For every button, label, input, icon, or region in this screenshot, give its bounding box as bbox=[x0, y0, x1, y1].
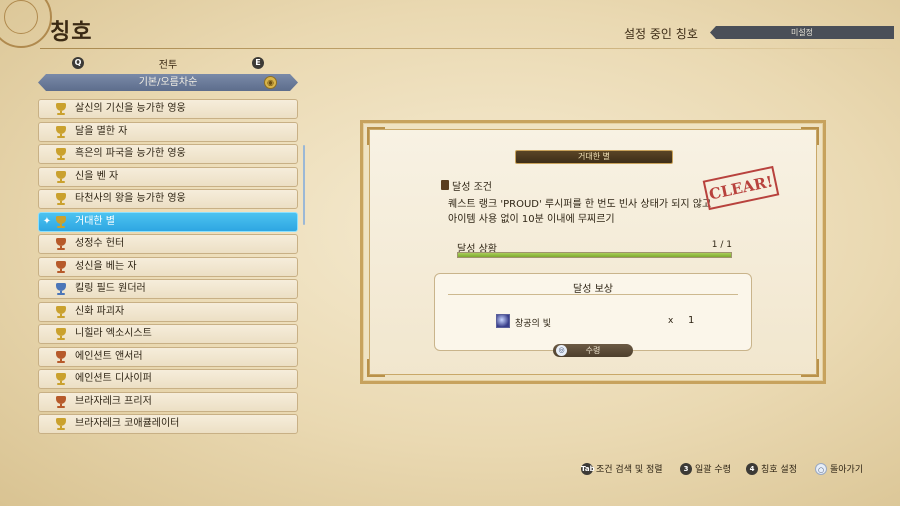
set-title-label: 설정 중인 칭호 bbox=[624, 27, 698, 41]
reward-title: 달성 보상 bbox=[573, 284, 613, 295]
key-3-icon: 3 bbox=[680, 462, 692, 475]
panel-corner-tr bbox=[801, 127, 819, 145]
panel-corner-bl bbox=[367, 359, 385, 377]
title-list-item[interactable]: 성신을 베는 자 bbox=[38, 256, 298, 277]
scrollbar[interactable] bbox=[303, 145, 305, 225]
title-list-item[interactable]: 에인션트 앤서러 bbox=[38, 346, 298, 367]
gold-trophy-icon bbox=[55, 170, 67, 183]
silver-trophy-icon bbox=[55, 283, 67, 295]
detail-title: 거대한 별 bbox=[515, 150, 673, 164]
title-list-item[interactable]: 타천사의 왕을 능가한 영웅 bbox=[38, 189, 298, 209]
title-list-item[interactable]: ✦ 거대한 별 bbox=[38, 211, 298, 232]
panel-corner-br bbox=[801, 359, 819, 377]
title-list: 살신의 기신을 능가한 영웅달을 멸한 자흑은의 파국을 능가한 영웅신을 벤 … bbox=[38, 99, 298, 437]
title-list-item[interactable]: 흑은의 파국을 능가한 영웅 bbox=[38, 144, 298, 164]
progress-count: 1 / 1 bbox=[711, 240, 732, 250]
title-list-item[interactable]: 브라자레크 코애큘레이터 bbox=[38, 414, 298, 434]
bronze-trophy-icon bbox=[55, 260, 67, 273]
title-list-item-label: 브라자레크 코애큘레이터 bbox=[75, 418, 180, 429]
header-divider bbox=[40, 48, 900, 49]
title-list-item-label: 에인션트 디사이퍼 bbox=[75, 373, 152, 384]
condition-label: 달성 조건 bbox=[452, 182, 492, 193]
sort-bar[interactable]: 기본/오름차순 bbox=[38, 74, 298, 91]
gold-trophy-icon bbox=[55, 103, 67, 115]
gold-trophy-icon bbox=[55, 148, 67, 160]
footer-search-label: 조건 검색 및 정렬 bbox=[596, 465, 663, 475]
bronze-trophy-icon bbox=[55, 350, 67, 363]
footer-back[interactable]: ○ 돌아가기 bbox=[815, 462, 863, 475]
gold-trophy-icon bbox=[55, 125, 67, 138]
reward-divider bbox=[448, 294, 738, 295]
title-list-item-label: 신을 벤 자 bbox=[75, 170, 119, 182]
title-list-item-label: 살신의 기신을 능가한 영웅 bbox=[75, 103, 186, 114]
next-category-key[interactable]: E bbox=[252, 57, 264, 69]
gold-trophy-icon bbox=[55, 193, 67, 205]
title-list-item-label: 킬링 필드 원더러 bbox=[75, 283, 146, 294]
set-title-value: 미설정 bbox=[710, 26, 894, 39]
tab-key-icon: Tab bbox=[581, 462, 595, 475]
title-list-item-label: 신화 파괴자 bbox=[75, 305, 125, 317]
title-list-item[interactable]: 성정수 헌터 bbox=[38, 234, 298, 254]
title-list-item-label: 달을 멸한 자 bbox=[75, 125, 128, 137]
footer-back-label: 돌아가기 bbox=[830, 465, 864, 475]
bronze-trophy-icon bbox=[55, 395, 67, 408]
gold-trophy-icon bbox=[55, 305, 67, 318]
title-list-item-label: 브라자레크 프리저 bbox=[75, 395, 152, 407]
title-list-item[interactable]: 니힐라 엑소시스트 bbox=[38, 324, 298, 344]
key-4-icon: 4 bbox=[746, 462, 758, 475]
title-list-item[interactable]: 킬링 필드 원더러 bbox=[38, 279, 298, 299]
document-icon bbox=[441, 180, 449, 190]
footer-search[interactable]: Tab 조건 검색 및 정렬 bbox=[581, 462, 663, 475]
selected-marker-icon: ✦ bbox=[42, 215, 52, 227]
category-label: 전투 bbox=[158, 60, 178, 71]
title-list-item[interactable]: 브라자레크 프리저 bbox=[38, 391, 298, 412]
title-list-item[interactable]: 신을 벤 자 bbox=[38, 166, 298, 187]
title-list-item-label: 성신을 베는 자 bbox=[75, 260, 137, 272]
sort-icon[interactable]: ◉ bbox=[264, 76, 277, 89]
panel-corner-tl bbox=[367, 127, 385, 145]
gold-trophy-icon bbox=[55, 328, 67, 340]
title-list-item-label: 흑은의 파국을 능가한 영웅 bbox=[75, 148, 186, 159]
title-list-item-label: 니힐라 엑소시스트 bbox=[75, 328, 152, 339]
gold-trophy-icon bbox=[55, 373, 67, 385]
footer-set-title[interactable]: 4 칭호 설정 bbox=[746, 462, 797, 475]
title-list-item-label: 에인션트 앤서러 bbox=[75, 350, 143, 362]
reward-name: 창공의 빛 bbox=[515, 319, 551, 329]
prev-category-key[interactable]: Q bbox=[72, 57, 84, 69]
footer-claim-all[interactable]: 3 일괄 수령 bbox=[680, 462, 731, 475]
header: 칭호 설정 중인 칭호 미설정 bbox=[0, 0, 900, 62]
title-list-item[interactable]: 살신의 기신을 능가한 영웅 bbox=[38, 99, 298, 119]
title-list-item[interactable]: 달을 멸한 자 bbox=[38, 121, 298, 142]
footer-claim-all-label: 일괄 수령 bbox=[695, 465, 731, 475]
bronze-trophy-icon bbox=[55, 238, 67, 250]
title-list-item-label: 타천사의 왕을 능가한 영웅 bbox=[75, 193, 186, 204]
confirm-button-icon: ◎ bbox=[556, 345, 567, 356]
gold-trophy-icon bbox=[55, 418, 67, 430]
condition-text: 퀘스트 랭크 'PROUD' 루시퍼를 한 번도 빈사 상태가 되지 않고 아이… bbox=[448, 199, 712, 225]
reward-multiplier: x bbox=[668, 316, 674, 326]
gold-trophy-icon bbox=[55, 215, 67, 228]
reward-item-icon bbox=[496, 314, 510, 328]
title-list-item[interactable]: 에인션트 디사이퍼 bbox=[38, 369, 298, 389]
progress-bar bbox=[457, 252, 732, 258]
reward-quantity: 1 bbox=[688, 315, 695, 326]
page-title: 칭호 bbox=[50, 20, 93, 45]
title-list-item-label: 성정수 헌터 bbox=[75, 238, 125, 249]
back-button-icon: ○ bbox=[815, 462, 827, 475]
footer-set-title-label: 칭호 설정 bbox=[761, 465, 797, 475]
progress-fill bbox=[458, 253, 731, 257]
title-list-item-label: 거대한 별 bbox=[75, 215, 115, 227]
title-list-item[interactable]: 신화 파괴자 bbox=[38, 301, 298, 322]
